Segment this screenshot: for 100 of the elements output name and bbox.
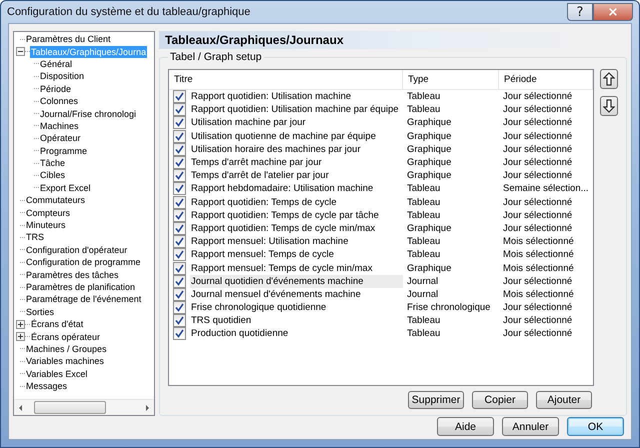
dialog-button[interactable]: OK (567, 417, 624, 436)
table-cell[interactable]: Rapport quotidien: Temps de cycle par tâche (190, 208, 379, 222)
tree-item[interactable]: Journal/Frise chronologi (39, 108, 138, 120)
column-header[interactable]: Type (403, 70, 499, 89)
table-cell-text: Jour sélectionné (502, 222, 574, 235)
table-cell-text: Tableau (406, 182, 442, 196)
action-button[interactable]: Ajouter (536, 391, 592, 409)
action-button[interactable]: Copier (472, 391, 528, 409)
checkbox[interactable] (173, 90, 186, 104)
checkbox[interactable] (173, 248, 186, 262)
move-up-button[interactable] (600, 69, 618, 89)
column-header[interactable]: Titre (169, 70, 403, 89)
checkbox[interactable] (173, 182, 186, 196)
tree-item[interactable]: Paramètres des tâches (25, 268, 120, 281)
tree-item[interactable]: Période (39, 82, 72, 95)
tree-item[interactable]: Paramètres du Client (25, 33, 112, 46)
table-cell[interactable]: Production quotidienne (190, 327, 288, 340)
dialog-button[interactable]: Annuler (502, 417, 559, 436)
checkbox[interactable] (173, 301, 186, 314)
tree-item[interactable]: Configuration d'opérateur (25, 244, 128, 256)
checkbox[interactable] (173, 262, 186, 275)
table-cell-text: Jour sélectionné (502, 314, 574, 328)
checkbox[interactable] (173, 116, 186, 130)
table-cell[interactable]: TRS quotidien (190, 314, 252, 328)
tree-item[interactable]: Opérateur (39, 132, 82, 144)
checkbox[interactable] (173, 288, 186, 301)
checkbox[interactable] (173, 169, 186, 182)
table-cell-text: Jour sélectionné (502, 301, 574, 314)
scrollbar-thumb[interactable] (34, 401, 106, 414)
table-cell-text: Mois sélectionné (502, 288, 575, 301)
table-cell-text: Tableau (406, 314, 442, 328)
tree-item[interactable]: Variables Excel (25, 368, 88, 380)
table-cell-text: Graphique (406, 169, 452, 182)
table-cell[interactable]: Rapport quotidien: Temps de cycle min/max (190, 222, 376, 235)
dialog-button[interactable]: Aide (437, 417, 494, 436)
checkbox[interactable] (173, 103, 186, 116)
table-cell[interactable]: Rapport quotidien: Temps de cycle (190, 196, 337, 209)
tree-item[interactable]: Machines / Groupes (25, 342, 108, 355)
checkbox[interactable] (173, 327, 186, 340)
table-cell[interactable]: Utilisation quotienne de machine par équipe (190, 130, 376, 143)
tree-item[interactable]: Écrans d'état (30, 318, 84, 330)
table-cell-text: Tableau (406, 208, 442, 222)
table-cell[interactable]: Utilisation horaire des machines par jour (190, 142, 360, 156)
tree-item[interactable]: Messages (25, 380, 68, 392)
table-cell-text: Tableau (406, 327, 442, 340)
table-cell-text: Jour sélectionné (502, 196, 574, 209)
table-cell[interactable]: Journal quotidien d'événements machine (190, 274, 403, 288)
table-cell[interactable]: Rapport quotidien: Utilisation machine par équipe (190, 103, 399, 116)
tree-item[interactable]: Cibles (39, 169, 66, 182)
tree-item[interactable]: Disposition (39, 70, 86, 82)
tree-item[interactable]: Tâche (39, 157, 66, 170)
table-cell[interactable]: Temps d'arrêt machine par jour (190, 156, 322, 170)
tree-item[interactable]: Configuration de programme (25, 256, 142, 268)
table-cell[interactable]: Rapport mensuel: Temps de cycle (190, 248, 334, 262)
tree-item[interactable]: Export Excel (39, 182, 92, 194)
checkbox[interactable] (173, 142, 186, 156)
checkbox[interactable] (173, 196, 186, 209)
table-cell-text: Graphique (406, 116, 452, 130)
tree-item[interactable]: Général (39, 58, 74, 70)
horizontal-scrollbar[interactable] (14, 399, 154, 415)
table-cell[interactable]: Rapport mensuel: Utilisation machine (190, 235, 348, 248)
table-cell[interactable]: Rapport quotidien: Utilisation machine (190, 90, 352, 104)
table-cell-text: Frise chronologique (406, 301, 492, 314)
table-cell[interactable]: Rapport mensuel: Temps de cycle min/max (190, 262, 372, 275)
help-button[interactable]: ? (567, 3, 593, 21)
tree-item[interactable]: Commutateurs (25, 194, 86, 206)
table-cell[interactable]: Temps d'arrêt de l'atelier par jour (190, 169, 329, 182)
table-cell-text: Jour sélectionné (502, 142, 574, 156)
tree-item[interactable]: Compteurs (25, 206, 72, 219)
table-cell-text: Mois sélectionné (502, 235, 575, 248)
checkbox[interactable] (173, 222, 186, 235)
tree-item[interactable]: Écrans opérateur (30, 330, 102, 343)
checkbox[interactable] (173, 208, 186, 222)
action-button[interactable]: Supprimer (408, 391, 464, 409)
tree-item[interactable]: Machines (39, 120, 80, 132)
checkbox[interactable] (173, 235, 186, 248)
tree-item[interactable]: Colonnes (39, 95, 80, 108)
tree-item[interactable]: Programme (39, 144, 88, 157)
tree-item[interactable]: TRS (25, 231, 45, 244)
table-cell-text: Graphique (406, 142, 452, 156)
tree-item[interactable]: Paramétrage de l'événement (25, 293, 142, 306)
checkbox[interactable] (173, 314, 186, 328)
checkbox[interactable] (173, 274, 186, 288)
collapse-icon[interactable] (16, 47, 25, 56)
tree-item[interactable]: Minuteurs (25, 219, 67, 232)
table-cell[interactable]: Frise chronologique quotidienne (190, 301, 326, 314)
table-cell[interactable]: Utilisation machine par jour (190, 116, 306, 130)
expand-icon[interactable] (16, 332, 25, 342)
table-cell-text: Jour sélectionné (502, 327, 574, 340)
table-cell-text: Jour sélectionné (502, 156, 574, 170)
column-header[interactable]: Période (499, 70, 593, 89)
table-cell[interactable]: Journal mensuel d'événements machine (190, 288, 361, 301)
tree-item[interactable]: Sorties (25, 306, 56, 318)
move-down-button[interactable] (600, 96, 618, 116)
tree-item[interactable]: Variables machines (25, 355, 105, 368)
checkbox[interactable] (173, 130, 186, 143)
checkbox[interactable] (173, 156, 186, 170)
tree-item[interactable]: Paramètres de planification (25, 281, 136, 293)
table-cell[interactable]: Rapport hebdomadaire: Utilisation machine (190, 182, 374, 196)
expand-icon[interactable] (16, 320, 25, 329)
